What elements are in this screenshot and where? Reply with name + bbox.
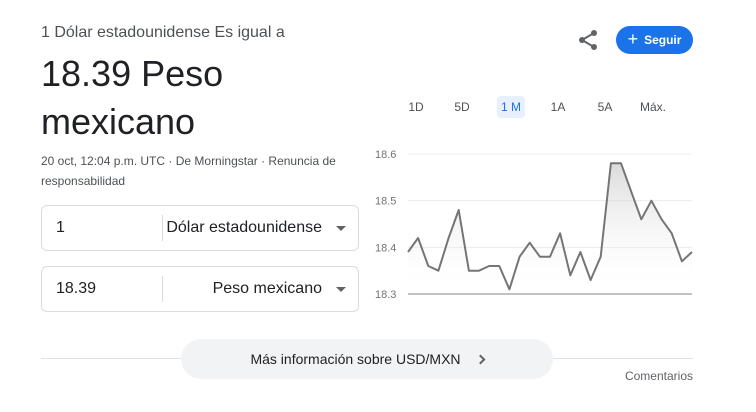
to-amount-input[interactable]: 18.39 — [42, 267, 162, 311]
range-tab-1m[interactable]: 1 M — [501, 100, 521, 114]
divider-line — [41, 358, 181, 359]
converted-value-line2: mexicano — [41, 101, 196, 142]
converter-from: 1 Dólar estadounidense — [41, 205, 359, 251]
y-tick-label: 18.6 — [375, 149, 396, 161]
y-tick-label: 18.3 — [375, 289, 396, 301]
plus-icon: + — [627, 29, 639, 49]
range-tab-1d[interactable]: 1D — [408, 100, 423, 114]
time-range-tabs: 1D 5D 1 M 1A 5A Máx. — [390, 100, 690, 116]
range-tab-1a[interactable]: 1A — [551, 100, 566, 114]
more-info-button[interactable]: Más información sobre USD/MXN — [181, 339, 553, 379]
source-info: 20 oct, 12:04 p.m. UTC · De Morningstar … — [41, 151, 361, 191]
share-icon — [579, 30, 597, 50]
follow-button[interactable]: + Seguir — [616, 26, 693, 54]
more-info-label: Más información sobre USD/MXN — [250, 351, 461, 367]
dropdown-arrow-icon — [336, 225, 346, 231]
y-tick-label: 18.4 — [375, 242, 396, 254]
y-tick-label: 18.5 — [375, 196, 396, 208]
exchange-rate-chart[interactable]: 18.6 18.5 18.4 18.3 — [372, 140, 702, 305]
range-tab-5a[interactable]: 5A — [598, 100, 613, 114]
from-currency-select[interactable]: Dólar estadounidense — [163, 206, 358, 250]
range-tab-max[interactable]: Máx. — [640, 100, 666, 114]
range-tab-5d[interactable]: 5D — [454, 100, 469, 114]
to-currency-label: Peso mexicano — [212, 280, 322, 297]
from-amount-input[interactable]: 1 — [42, 206, 162, 250]
conversion-subtitle: 1 Dólar estadounidense Es igual a — [41, 24, 285, 41]
dropdown-arrow-icon — [336, 286, 346, 292]
converter-to: 18.39 Peso mexicano — [41, 266, 359, 312]
to-currency-select[interactable]: Peso mexicano — [163, 267, 358, 311]
divider-line — [553, 358, 693, 359]
converted-value-line1: 18.39 Peso — [41, 53, 224, 94]
converted-value: 18.39 Peso mexicano — [41, 50, 341, 146]
chevron-right-icon — [475, 354, 485, 364]
disclaimer-link[interactable]: responsabilidad — [41, 171, 361, 191]
share-button[interactable] — [576, 28, 600, 52]
from-currency-label: Dólar estadounidense — [166, 219, 322, 236]
feedback-link[interactable]: Comentarios — [625, 369, 693, 383]
timestamp-source: 20 oct, 12:04 p.m. UTC · De Morningstar … — [41, 154, 336, 168]
follow-label: Seguir — [644, 33, 682, 47]
chart-area-fill — [408, 163, 692, 294]
